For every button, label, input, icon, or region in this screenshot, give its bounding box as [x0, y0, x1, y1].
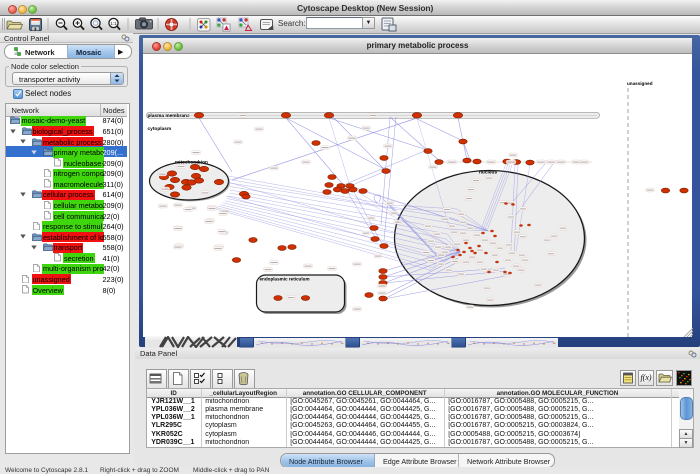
svg-text:cytoplasm: cytoplasm — [148, 126, 172, 132]
svg-text:unassigned: unassigned — [627, 81, 653, 86]
svg-text:endoplasmic reticulum: endoplasmic reticulum — [260, 276, 310, 281]
svg-text:plasma membrane: plasma membrane — [148, 113, 190, 119]
svg-text:mitochondrion: mitochondrion — [175, 160, 208, 165]
svg-text:nucleus: nucleus — [479, 169, 497, 175]
svg-text:1:1: 1:1 — [110, 21, 117, 26]
